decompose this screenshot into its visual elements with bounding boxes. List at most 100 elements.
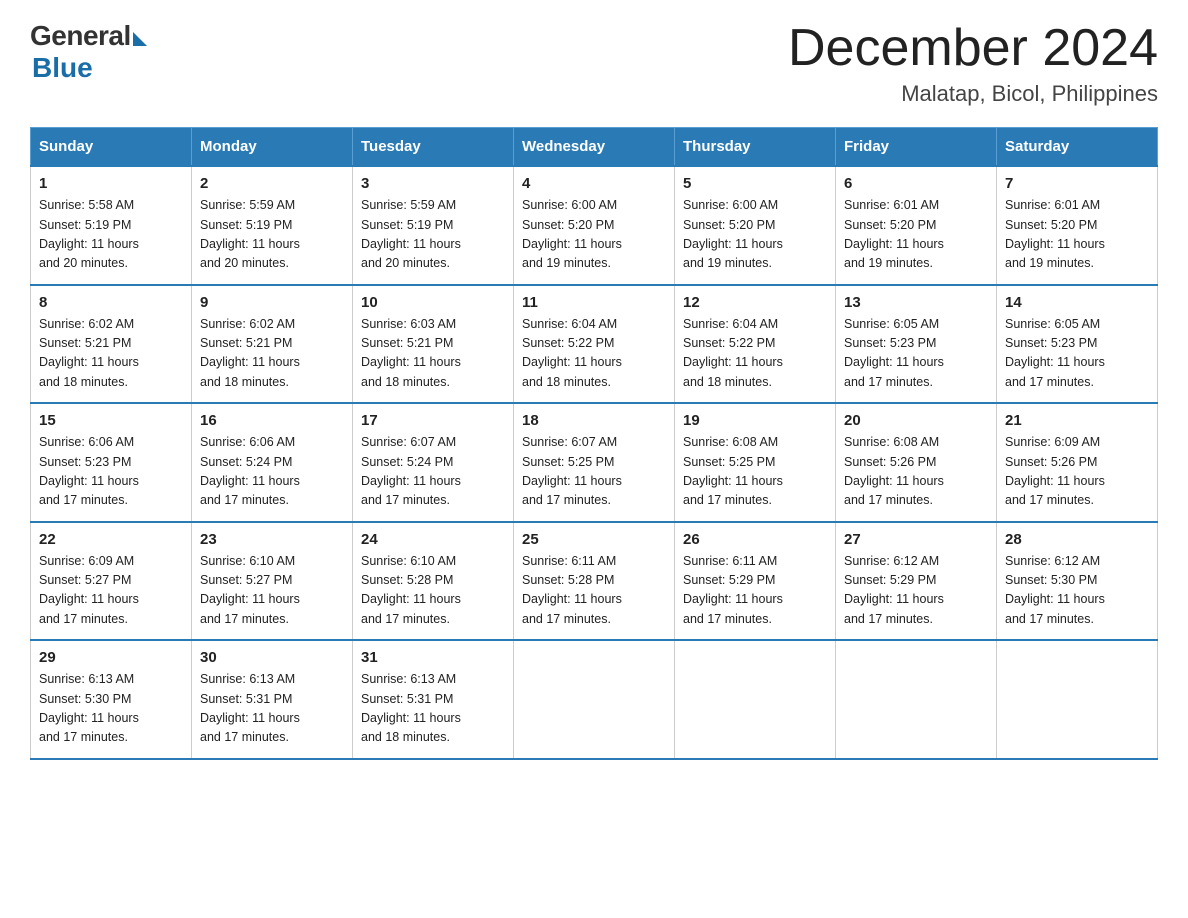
day-number: 28: [1005, 531, 1149, 548]
day-number: 30: [200, 649, 344, 666]
day-header-friday: Friday: [836, 128, 997, 167]
day-info: Sunrise: 6:07 AMSunset: 5:24 PMDaylight:…: [361, 433, 505, 511]
calendar-cell: 24Sunrise: 6:10 AMSunset: 5:28 PMDayligh…: [353, 522, 514, 641]
day-header-thursday: Thursday: [675, 128, 836, 167]
day-number: 9: [200, 294, 344, 311]
day-number: 25: [522, 531, 666, 548]
day-info: Sunrise: 6:13 AMSunset: 5:31 PMDaylight:…: [200, 670, 344, 748]
day-number: 5: [683, 175, 827, 192]
logo-general-text: General: [30, 20, 131, 52]
day-number: 26: [683, 531, 827, 548]
day-number: 29: [39, 649, 183, 666]
day-info: Sunrise: 6:11 AMSunset: 5:29 PMDaylight:…: [683, 552, 827, 630]
calendar-week-5: 29 Sunrise: 6:13 AMSunset: 5:30 PMDayligh…: [31, 640, 1158, 759]
day-info: Sunrise: 6:07 AMSunset: 5:25 PMDaylight:…: [522, 433, 666, 511]
calendar-cell: 29 Sunrise: 6:13 AMSunset: 5:30 PMDayligh…: [31, 640, 192, 759]
day-info: Sunrise: 6:12 AMSunset: 5:29 PMDaylight:…: [844, 552, 988, 630]
day-number: 31: [361, 649, 505, 666]
calendar-cell: 6 Sunrise: 6:01 AMSunset: 5:20 PMDaylight…: [836, 166, 997, 285]
logo: General Blue: [30, 20, 147, 84]
calendar-cell: 16 Sunrise: 6:06 AMSunset: 5:24 PMDayligh…: [192, 403, 353, 522]
day-info: Sunrise: 6:01 AMSunset: 5:20 PMDaylight:…: [844, 196, 988, 274]
calendar-cell: 17 Sunrise: 6:07 AMSunset: 5:24 PMDayligh…: [353, 403, 514, 522]
day-info: Sunrise: 6:09 AMSunset: 5:26 PMDaylight:…: [1005, 433, 1149, 511]
calendar-cell: 28 Sunrise: 6:12 AMSunset: 5:30 PMDayligh…: [997, 522, 1158, 641]
day-info: Sunrise: 6:02 AMSunset: 5:21 PMDaylight:…: [39, 315, 183, 393]
day-number: 19: [683, 412, 827, 429]
day-info: Sunrise: 5:58 AMSunset: 5:19 PMDaylight:…: [39, 196, 183, 274]
day-header-sunday: Sunday: [31, 128, 192, 167]
page-header: General Blue December 2024 Malatap, Bico…: [30, 20, 1158, 107]
calendar-cell: 27 Sunrise: 6:12 AMSunset: 5:29 PMDayligh…: [836, 522, 997, 641]
calendar-cell: 7 Sunrise: 6:01 AMSunset: 5:20 PMDaylight…: [997, 166, 1158, 285]
day-number: 27: [844, 531, 988, 548]
day-number: 12: [683, 294, 827, 311]
calendar-cell: 12 Sunrise: 6:04 AMSunset: 5:22 PMDayligh…: [675, 285, 836, 404]
calendar-cell: 4Sunrise: 6:00 AMSunset: 5:20 PMDaylight…: [514, 166, 675, 285]
calendar-cell: 3 Sunrise: 5:59 AMSunset: 5:19 PMDaylight…: [353, 166, 514, 285]
day-info: Sunrise: 6:01 AMSunset: 5:20 PMDaylight:…: [1005, 196, 1149, 274]
day-info: Sunrise: 6:09 AMSunset: 5:27 PMDaylight:…: [39, 552, 183, 630]
day-number: 23: [200, 531, 344, 548]
day-info: Sunrise: 6:10 AMSunset: 5:27 PMDaylight:…: [200, 552, 344, 630]
day-info: Sunrise: 6:00 AMSunset: 5:20 PMDaylight:…: [683, 196, 827, 274]
calendar-week-4: 22 Sunrise: 6:09 AMSunset: 5:27 PMDayligh…: [31, 522, 1158, 641]
day-info: Sunrise: 6:03 AMSunset: 5:21 PMDaylight:…: [361, 315, 505, 393]
day-number: 3: [361, 175, 505, 192]
calendar-cell: 18 Sunrise: 6:07 AMSunset: 5:25 PMDayligh…: [514, 403, 675, 522]
calendar-cell: 25 Sunrise: 6:11 AMSunset: 5:28 PMDayligh…: [514, 522, 675, 641]
day-number: 22: [39, 531, 183, 548]
logo-blue-text: Blue: [32, 52, 93, 84]
day-number: 10: [361, 294, 505, 311]
day-info: Sunrise: 5:59 AMSunset: 5:19 PMDaylight:…: [200, 196, 344, 274]
day-number: 16: [200, 412, 344, 429]
day-number: 8: [39, 294, 183, 311]
day-number: 17: [361, 412, 505, 429]
calendar-cell: 30 Sunrise: 6:13 AMSunset: 5:31 PMDayligh…: [192, 640, 353, 759]
calendar-cell: [514, 640, 675, 759]
calendar-week-1: 1 Sunrise: 5:58 AMSunset: 5:19 PMDaylight…: [31, 166, 1158, 285]
day-info: Sunrise: 5:59 AMSunset: 5:19 PMDaylight:…: [361, 196, 505, 274]
calendar-cell: 26 Sunrise: 6:11 AMSunset: 5:29 PMDayligh…: [675, 522, 836, 641]
day-number: 21: [1005, 412, 1149, 429]
day-info: Sunrise: 6:06 AMSunset: 5:24 PMDaylight:…: [200, 433, 344, 511]
day-info: Sunrise: 6:05 AMSunset: 5:23 PMDaylight:…: [1005, 315, 1149, 393]
day-number: 20: [844, 412, 988, 429]
calendar-cell: 19 Sunrise: 6:08 AMSunset: 5:25 PMDayligh…: [675, 403, 836, 522]
day-number: 7: [1005, 175, 1149, 192]
day-header-tuesday: Tuesday: [353, 128, 514, 167]
calendar-cell: 20 Sunrise: 6:08 AMSunset: 5:26 PMDayligh…: [836, 403, 997, 522]
calendar-cell: 31 Sunrise: 6:13 AMSunset: 5:31 PMDayligh…: [353, 640, 514, 759]
calendar-header-row: SundayMondayTuesdayWednesdayThursdayFrid…: [31, 128, 1158, 167]
day-info: Sunrise: 6:05 AMSunset: 5:23 PMDaylight:…: [844, 315, 988, 393]
calendar-cell: 23 Sunrise: 6:10 AMSunset: 5:27 PMDayligh…: [192, 522, 353, 641]
day-info: Sunrise: 6:11 AMSunset: 5:28 PMDaylight:…: [522, 552, 666, 630]
calendar-subtitle: Malatap, Bicol, Philippines: [788, 81, 1158, 107]
calendar-cell: 8 Sunrise: 6:02 AMSunset: 5:21 PMDaylight…: [31, 285, 192, 404]
day-info: Sunrise: 6:08 AMSunset: 5:26 PMDaylight:…: [844, 433, 988, 511]
day-number: 13: [844, 294, 988, 311]
day-number: 1: [39, 175, 183, 192]
calendar-cell: [675, 640, 836, 759]
calendar-cell: 1 Sunrise: 5:58 AMSunset: 5:19 PMDaylight…: [31, 166, 192, 285]
day-info: Sunrise: 6:02 AMSunset: 5:21 PMDaylight:…: [200, 315, 344, 393]
day-number: 18: [522, 412, 666, 429]
day-info: Sunrise: 6:13 AMSunset: 5:31 PMDaylight:…: [361, 670, 505, 748]
day-info: Sunrise: 6:13 AMSunset: 5:30 PMDaylight:…: [39, 670, 183, 748]
logo-arrow-icon: [133, 32, 147, 46]
day-info: Sunrise: 6:08 AMSunset: 5:25 PMDaylight:…: [683, 433, 827, 511]
calendar-cell: 5 Sunrise: 6:00 AMSunset: 5:20 PMDaylight…: [675, 166, 836, 285]
day-header-monday: Monday: [192, 128, 353, 167]
day-info: Sunrise: 6:04 AMSunset: 5:22 PMDaylight:…: [683, 315, 827, 393]
calendar-cell: 13 Sunrise: 6:05 AMSunset: 5:23 PMDayligh…: [836, 285, 997, 404]
calendar-cell: 14Sunrise: 6:05 AMSunset: 5:23 PMDayligh…: [997, 285, 1158, 404]
calendar-cell: 10 Sunrise: 6:03 AMSunset: 5:21 PMDayligh…: [353, 285, 514, 404]
day-info: Sunrise: 6:12 AMSunset: 5:30 PMDaylight:…: [1005, 552, 1149, 630]
day-info: Sunrise: 6:10 AMSunset: 5:28 PMDaylight:…: [361, 552, 505, 630]
day-number: 4: [522, 175, 666, 192]
day-header-saturday: Saturday: [997, 128, 1158, 167]
day-number: 6: [844, 175, 988, 192]
calendar-cell: 15Sunrise: 6:06 AMSunset: 5:23 PMDayligh…: [31, 403, 192, 522]
day-info: Sunrise: 6:04 AMSunset: 5:22 PMDaylight:…: [522, 315, 666, 393]
calendar-cell: [836, 640, 997, 759]
